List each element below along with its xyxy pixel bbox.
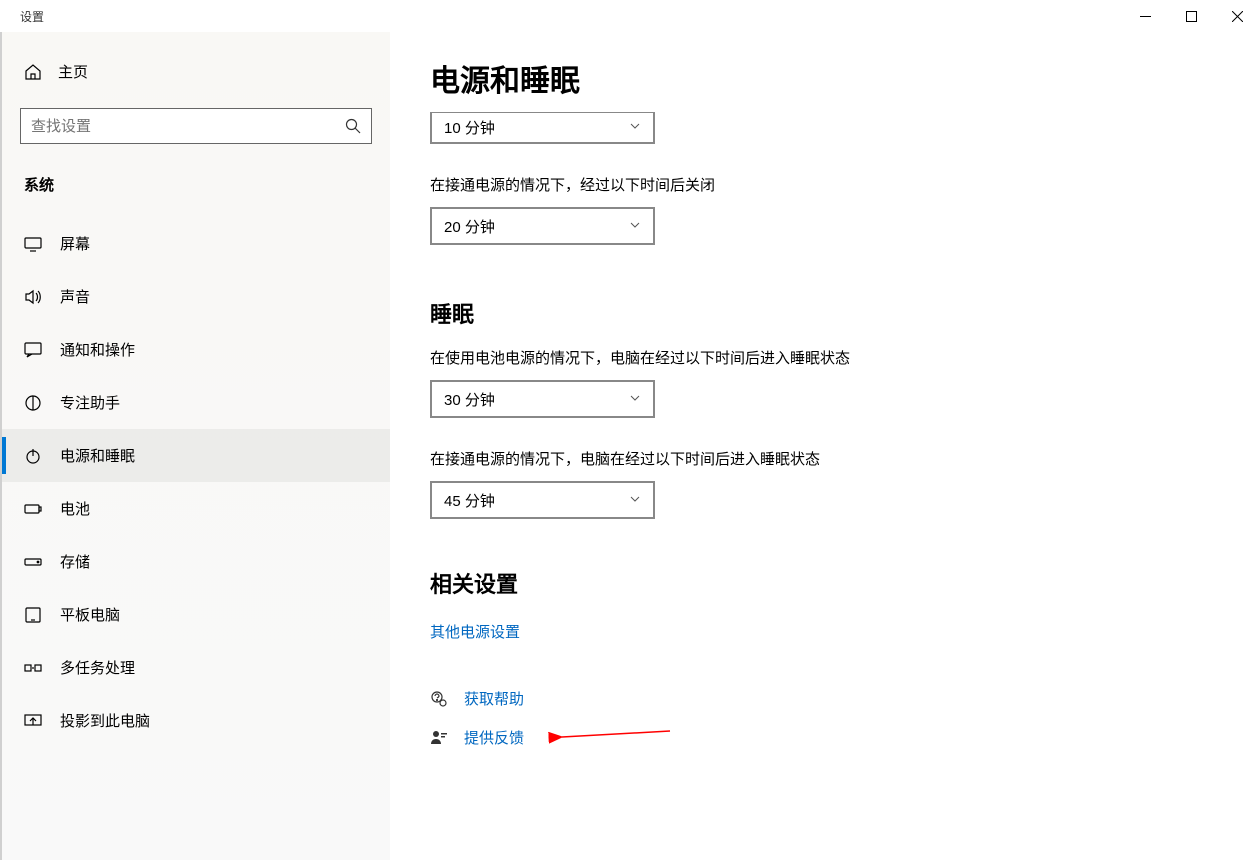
sleep-heading: 睡眠: [430, 297, 1220, 329]
storage-icon: [24, 553, 42, 571]
tablet-icon: [24, 606, 42, 624]
sidebar-item-battery[interactable]: 电池: [2, 482, 390, 535]
home-link[interactable]: 主页: [2, 47, 390, 96]
nav-label: 平板电脑: [60, 604, 120, 625]
power-icon: [24, 447, 42, 465]
chevron-down-icon: [629, 493, 641, 508]
related-heading: 相关设置: [430, 567, 1220, 599]
dropdown-value: 45 分钟: [444, 490, 495, 511]
titlebar: 设置: [0, 0, 1260, 32]
screen-plugged-label: 在接通电源的情况下，经过以下时间后关闭: [430, 174, 1220, 195]
close-button[interactable]: [1214, 0, 1260, 32]
notification-icon: [24, 341, 42, 359]
dropdown-value: 20 分钟: [444, 216, 495, 237]
sidebar-item-power[interactable]: 电源和睡眠: [2, 429, 390, 482]
help-label: 获取帮助: [464, 688, 524, 709]
sleep-battery-dropdown[interactable]: 30 分钟: [430, 380, 655, 418]
page-title: 电源和睡眠: [430, 56, 1220, 100]
sleep-battery-label: 在使用电池电源的情况下，电脑在经过以下时间后进入睡眠状态: [430, 347, 1220, 368]
get-help-link[interactable]: 获取帮助: [430, 688, 1220, 709]
window-title: 设置: [20, 8, 44, 25]
chevron-down-icon: [629, 120, 641, 135]
help-links: 获取帮助 提供反馈: [430, 688, 1220, 748]
feedback-label: 提供反馈: [464, 727, 524, 748]
sleep-plugged-dropdown[interactable]: 45 分钟: [430, 481, 655, 519]
sidebar: 主页 系统 屏幕 声音 通知和操作 专注助手: [0, 32, 390, 860]
chevron-down-icon: [629, 219, 641, 234]
nav-label: 电池: [60, 498, 90, 519]
home-icon: [24, 63, 42, 81]
nav-label: 电源和睡眠: [60, 445, 135, 466]
display-icon: [24, 235, 42, 253]
sidebar-item-project[interactable]: 投影到此电脑: [2, 694, 390, 747]
search-box[interactable]: [20, 108, 372, 144]
minimize-button[interactable]: [1122, 0, 1168, 32]
battery-icon: [24, 500, 42, 518]
nav-label: 投影到此电脑: [60, 710, 150, 731]
sidebar-item-tablet[interactable]: 平板电脑: [2, 588, 390, 641]
sleep-plugged-label: 在接通电源的情况下，电脑在经过以下时间后进入睡眠状态: [430, 448, 1220, 469]
multitask-icon: [24, 659, 42, 677]
sound-icon: [24, 288, 42, 306]
nav-label: 通知和操作: [60, 339, 135, 360]
dropdown-value: 30 分钟: [444, 389, 495, 410]
nav-label: 多任务处理: [60, 657, 135, 678]
nav-label: 声音: [60, 286, 90, 307]
window-controls: [1122, 0, 1260, 32]
maximize-button[interactable]: [1168, 0, 1214, 32]
screen-battery-dropdown[interactable]: 10 分钟: [430, 112, 655, 144]
sidebar-item-display[interactable]: 屏幕: [2, 217, 390, 270]
feedback-link[interactable]: 提供反馈: [430, 727, 1220, 748]
project-icon: [24, 712, 42, 730]
nav-label: 专注助手: [60, 392, 120, 413]
search-icon: [345, 118, 361, 134]
sidebar-item-notifications[interactable]: 通知和操作: [2, 323, 390, 376]
sidebar-item-sound[interactable]: 声音: [2, 270, 390, 323]
sidebar-item-storage[interactable]: 存储: [2, 535, 390, 588]
sidebar-item-focus[interactable]: 专注助手: [2, 376, 390, 429]
dropdown-value: 10 分钟: [444, 117, 495, 138]
category-label: 系统: [2, 164, 390, 217]
nav-label: 屏幕: [60, 233, 90, 254]
sidebar-item-multitask[interactable]: 多任务处理: [2, 641, 390, 694]
screen-plugged-dropdown[interactable]: 20 分钟: [430, 207, 655, 245]
other-power-settings-link[interactable]: 其他电源设置: [430, 621, 520, 642]
chevron-down-icon: [629, 392, 641, 407]
focus-icon: [24, 394, 42, 412]
feedback-icon: [430, 729, 448, 747]
home-label: 主页: [58, 61, 88, 82]
main-content: 电源和睡眠 10 分钟 在接通电源的情况下，经过以下时间后关闭 20 分钟 睡眠…: [390, 32, 1260, 860]
nav-items: 屏幕 声音 通知和操作 专注助手 电源和睡眠 电池: [2, 217, 390, 747]
nav-label: 存储: [60, 551, 90, 572]
search-input[interactable]: [31, 118, 328, 135]
help-icon: [430, 690, 448, 708]
